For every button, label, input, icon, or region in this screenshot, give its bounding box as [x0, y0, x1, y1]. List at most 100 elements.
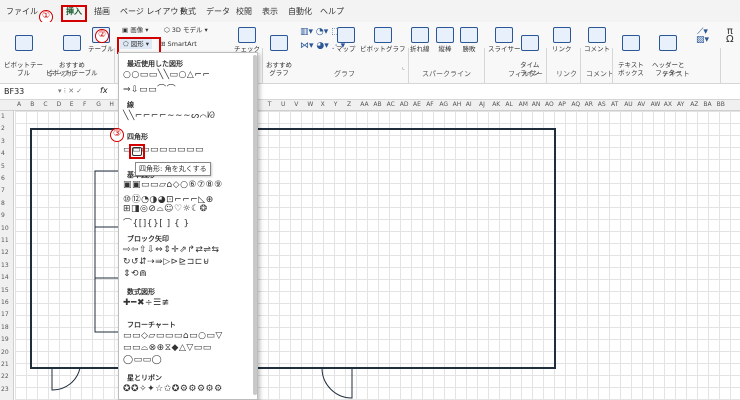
pivot-chart-button[interactable]: ピボットグラフ [360, 27, 406, 53]
comment-icon [588, 27, 606, 43]
basic-shapes-row[interactable]: ▣▣▭▭▱⌂◇○⑥⑦⑧⑨ [123, 180, 223, 190]
step-3-marker: ③ [110, 128, 124, 142]
pivot-table-icon [14, 35, 33, 51]
ribbon: ピボットテー ブル おすすめ ピボットテーブル テーブル テーブル ▣ 画像 ▾… [0, 22, 740, 100]
textbox-icon [621, 35, 640, 51]
link-label: リンク [552, 45, 572, 53]
image-label: 画像 [130, 26, 144, 34]
tab-data[interactable]: データ [206, 6, 230, 17]
tab-review[interactable]: 校閲 [236, 6, 252, 17]
lines-header: 線 [127, 101, 134, 109]
textbox-label: テキスト ボックス [618, 61, 644, 77]
link-button[interactable]: リンク [552, 27, 572, 53]
recommended-pivot-icon [62, 35, 81, 51]
highlight-insert-tab [61, 5, 87, 22]
sparkline-line-button[interactable]: 折れ線 [410, 27, 430, 53]
timeline-icon [520, 35, 539, 51]
recommended-charts-label: おすすめ グラフ [266, 61, 292, 77]
basic-shapes-row[interactable]: ⌒{[]{}[ ] { } [123, 216, 190, 229]
recent-shapes-row[interactable]: ⇒⇩▭▭⌒⌒ [123, 82, 176, 95]
recent-shapes-header: 最近使用した図形 [127, 60, 183, 68]
graph-dialog-launcher[interactable]: ⌞ [402, 64, 405, 72]
group-link-label: リンク [556, 70, 577, 78]
math-shapes-header: 数式図形 [127, 288, 155, 296]
smartart-button[interactable]: ⊞ SmartArt [160, 40, 197, 48]
text-more-icons[interactable]: ⟋▾ ▨▾ [696, 28, 709, 45]
pivot-table-label: ピボットテー ブル [4, 61, 43, 77]
flowchart-header: フローチャート [127, 321, 176, 329]
group-filter-label: フィルター [508, 70, 543, 78]
tab-draw[interactable]: 描画 [94, 6, 110, 17]
group-table-label: テーブル [48, 70, 76, 78]
fx-icon[interactable]: fx [100, 86, 108, 95]
recent-shapes-row[interactable]: ○○▭▭╲╲▭○△⌐⌐ [123, 70, 210, 80]
tab-help[interactable]: ヘルプ [320, 6, 344, 17]
basic-shapes-row[interactable]: ⊞◨◎⊘⌓☺♡☼☾❂ [123, 204, 208, 214]
flowchart-row[interactable]: ▭▭⌓⊗⊕⧖◆△▽▭▭ [123, 343, 212, 353]
slicer-label: スライサー [488, 45, 521, 53]
rounded-rectangle-icon[interactable] [132, 147, 142, 156]
stars-header: 星とリボン [127, 374, 162, 382]
sparkline-column-button[interactable]: 縦棒 [436, 27, 454, 53]
chart-icon [270, 35, 288, 51]
block-arrows-row[interactable]: ⇨⇦⇧⇩⇔⇕✛⇗↱⇄⇌⇆ [123, 245, 220, 255]
slicer-button[interactable]: スライサー [488, 27, 521, 53]
door-right [321, 367, 353, 399]
gallery-scrollbar[interactable] [253, 55, 257, 395]
comment-button[interactable]: コメント [584, 27, 610, 53]
menu-bar: ファイル 挿入 描画 ページ レイアウト 数式 データ 校閲 表示 自動化 ヘル… [0, 0, 740, 22]
link-icon [552, 27, 571, 43]
flowchart-row[interactable]: ◯▭▭◯ [123, 355, 162, 365]
3d-model-label: 3D モデル [171, 26, 203, 34]
smartart-label: SmartArt [167, 40, 197, 48]
tab-file[interactable]: ファイル [6, 6, 38, 17]
sparkline-line-label: 折れ線 [410, 45, 430, 53]
flowchart-row[interactable]: ▭▭◇▱▭▭▭⌂▭○▭▽ [123, 331, 223, 341]
shape-tooltip: 四角形: 角を丸くする [135, 162, 211, 176]
pivot-chart-label: ピボットグラフ [360, 45, 406, 53]
math-shapes-row[interactable]: ✚━✖÷☰≢ [123, 298, 170, 308]
table-label: テーブル [88, 45, 114, 53]
door-left [51, 367, 81, 391]
shapes-gallery: 最近使用した図形 ○○▭▭╲╲▭○△⌐⌐ ⇒⇩▭▭⌒⌒ 線 ╲╲⌐⌐⌐⌐∼∼∼ᔕ… [118, 52, 258, 400]
group-graph-label: グラフ [334, 70, 355, 78]
lines-shapes-row[interactable]: ╲╲⌐⌐⌐⌐∼∼∼ᔕ⌒ᘗ [123, 111, 215, 121]
check-button[interactable]: チェック [234, 27, 260, 53]
recommended-charts-button[interactable]: おすすめ グラフ [266, 27, 292, 77]
name-box[interactable]: BF33 [4, 87, 24, 96]
textbox-button[interactable]: テキスト ボックス [618, 27, 644, 77]
formula-bar: BF33 ▾ ⁝ ✕ ✓ fx [0, 84, 740, 100]
sparkline-column-label: 縦棒 [438, 45, 452, 53]
tab-automate[interactable]: 自動化 [288, 6, 312, 17]
floorplan-drawing[interactable] [0, 100, 740, 400]
tab-formulas[interactable]: 数式 [180, 6, 196, 17]
tab-page-layout[interactable]: ページ レイアウト [120, 6, 186, 17]
column-sparkline-icon [436, 27, 454, 43]
line-sparkline-icon [410, 27, 429, 43]
image-button[interactable]: ▣ 画像 ▾ [122, 26, 149, 34]
comment-label: コメント [584, 45, 610, 53]
checkbox-icon [238, 27, 256, 43]
sparkline-winloss-button[interactable]: 勝敗 [460, 27, 478, 53]
header-footer-icon [659, 35, 678, 51]
sparkline-winloss-label: 勝敗 [462, 45, 476, 53]
block-arrows-row[interactable]: ⇕⟲⋒ [123, 269, 147, 279]
name-box-dropdown-icon[interactable]: ▾ ⁝ ✕ ✓ [58, 87, 82, 95]
floorplan-inner-wall [94, 170, 118, 333]
3d-model-button[interactable]: ⬡ 3D モデル ▾ [164, 26, 208, 34]
group-comment-label: コメント [586, 70, 614, 78]
group-sparkline-label: スパークライン [422, 70, 471, 78]
step-2-marker: ② [95, 29, 109, 43]
map-label: マップ [336, 45, 356, 53]
rectangles-header: 四角形 [127, 133, 148, 141]
group-text-label: テキスト [662, 70, 690, 78]
map-icon [336, 27, 355, 43]
pivot-chart-icon [373, 27, 392, 43]
stars-row[interactable]: ✪✪✧✦☆✩✪⚙⚙⚙⚙⚙ [123, 384, 223, 394]
symbols-icon[interactable]: πΩ [726, 27, 734, 45]
map-button[interactable]: マップ [336, 27, 356, 53]
winloss-sparkline-icon [460, 27, 478, 43]
tab-view[interactable]: 表示 [262, 6, 278, 17]
block-arrows-row[interactable]: ↻↺⇵⇢⇛▷⊳⊵⊐⊏⊌ [123, 257, 210, 267]
pivot-table-button[interactable]: ピボットテー ブル [4, 27, 43, 77]
